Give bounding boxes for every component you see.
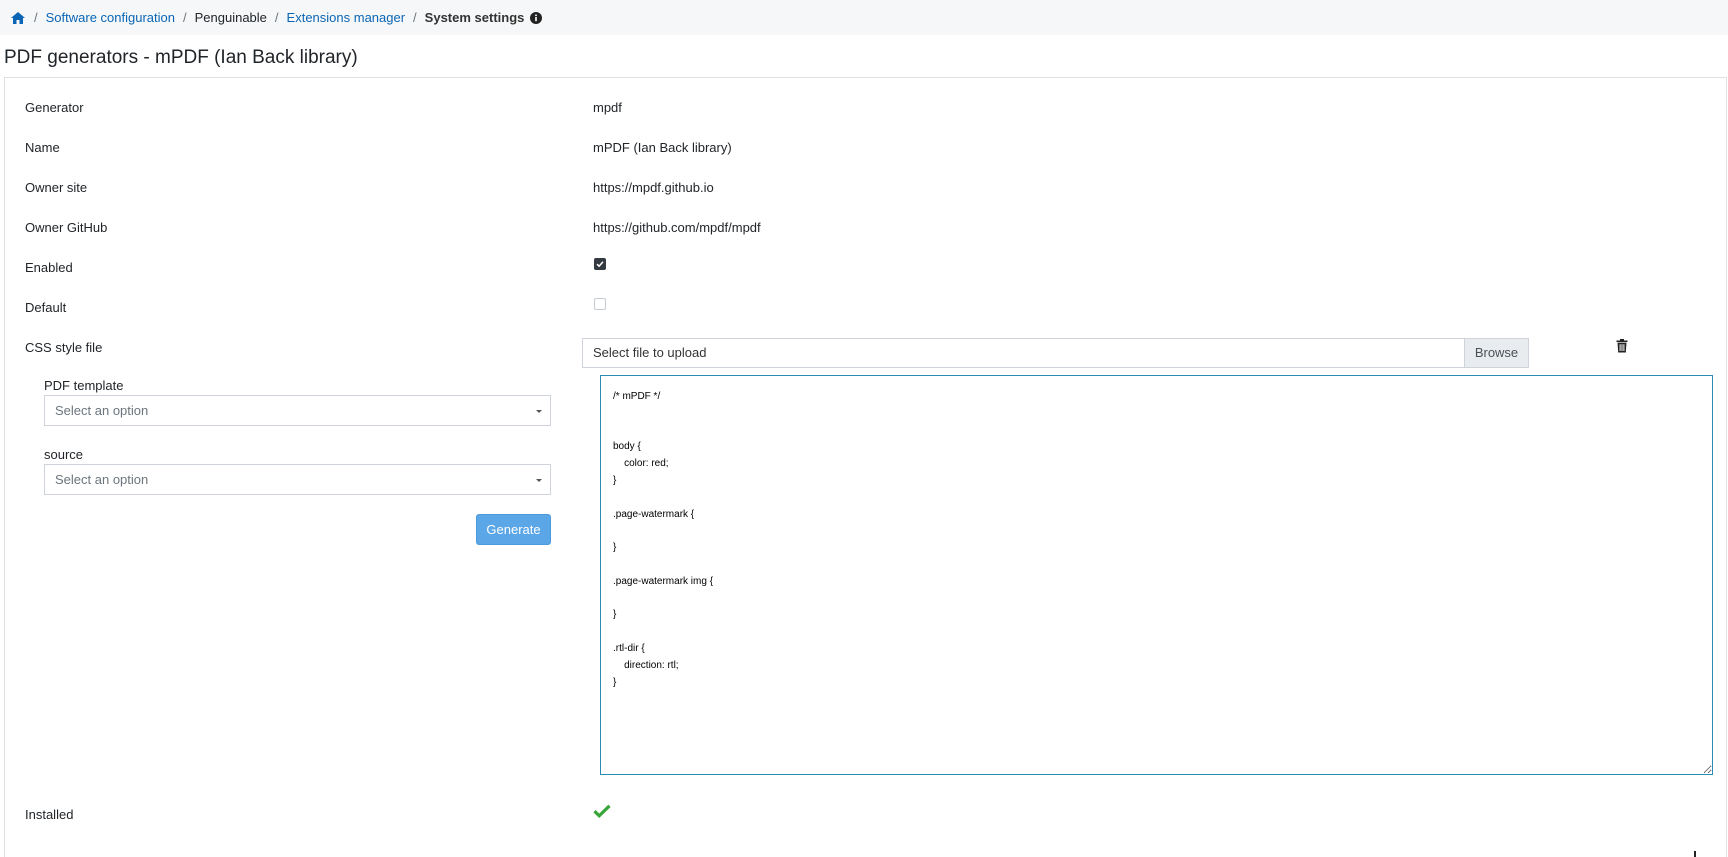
breadcrumb-separator: / (274, 10, 279, 25)
owner-github-link[interactable]: https://github.com/mpdf/mpdf (593, 220, 761, 235)
breadcrumb-home-link[interactable] (10, 11, 26, 25)
name-label: Name (25, 140, 60, 155)
enabled-checkbox[interactable] (594, 258, 606, 270)
breadcrumb-system-settings: System settings (424, 10, 525, 25)
pdf-template-placeholder: Select an option (55, 403, 149, 418)
generator-label: Generator (25, 100, 84, 115)
breadcrumb-separator: / (413, 10, 417, 25)
pdf-template-label: PDF template (44, 378, 124, 393)
trash-icon[interactable] (1616, 339, 1628, 356)
source-label: source (44, 447, 84, 462)
caret-down-icon (536, 410, 542, 413)
check-icon (593, 804, 611, 821)
page-title: PDF generators - mPDF (Ian Back library) (4, 47, 358, 68)
css-file-input[interactable]: Select file to upload Browse (582, 338, 1529, 368)
default-label: Default (25, 300, 67, 315)
breadcrumb-extensions-manager[interactable]: Extensions manager (287, 10, 406, 25)
checkmark-icon (596, 261, 604, 268)
breadcrumb-separator: / (34, 10, 38, 25)
owner-github-label: Owner GitHub (25, 220, 108, 235)
breadcrumb-software-configuration[interactable]: Software configuration (46, 10, 175, 25)
info-circle-icon[interactable] (530, 11, 543, 24)
owner-site-label: Owner site (25, 180, 88, 195)
css-style-file-label: CSS style file (25, 340, 103, 355)
name-value: mPDF (Ian Back library) (593, 140, 732, 155)
home-icon (11, 11, 25, 24)
breadcrumb-penguinable: Penguinable (194, 10, 267, 25)
caret-down-icon (536, 479, 542, 482)
owner-site-link[interactable]: https://mpdf.github.io (593, 180, 714, 195)
css-editor[interactable]: /* mPDF */ body { color: red; } .page-wa… (600, 375, 1713, 775)
breadcrumb-separator: / (182, 10, 187, 25)
source-placeholder: Select an option (55, 472, 149, 487)
source-select[interactable]: Select an option (44, 464, 551, 495)
default-checkbox[interactable] (594, 298, 606, 310)
file-input-placeholder: Select file to upload (593, 345, 707, 360)
pdf-template-select[interactable]: Select an option (44, 395, 551, 426)
enabled-label: Enabled (25, 260, 73, 275)
generate-button[interactable]: Generate (476, 514, 551, 545)
generator-value: mpdf (593, 100, 622, 115)
browse-button[interactable]: Browse (1464, 339, 1528, 367)
resize-cursor-mark (1694, 851, 1696, 857)
installed-label: Installed (25, 807, 74, 822)
breadcrumb: / Software configuration / Penguinable /… (0, 0, 1728, 35)
